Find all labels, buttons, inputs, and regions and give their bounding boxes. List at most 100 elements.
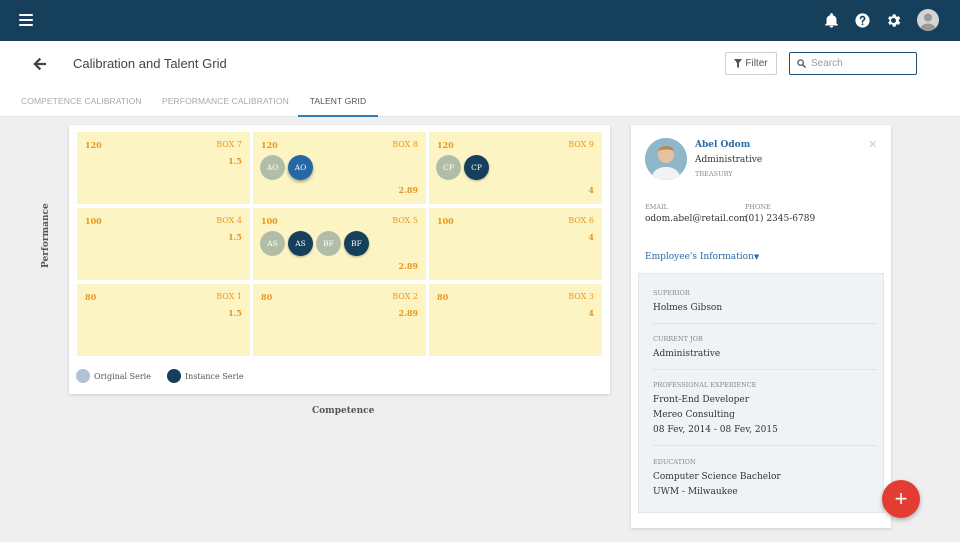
cell-box-label: BOX 4 xyxy=(216,216,242,225)
employee-bubble-instance[interactable]: AS xyxy=(288,231,313,256)
superior-section: SUPERIOR Holmes Gibson xyxy=(653,289,877,316)
cell-box-label: BOX 7 xyxy=(216,140,242,149)
grid-cell-box-6[interactable]: 100 BOX 6 4 xyxy=(429,208,602,280)
cell-box-label: BOX 2 xyxy=(392,292,418,301)
search-input[interactable] xyxy=(811,56,911,71)
talent-grid-card: 120 BOX 7 1.5 120 BOX 8 AO AO 2.89 120 B… xyxy=(69,125,610,394)
cell-box-label: BOX 9 xyxy=(568,140,594,149)
current-job-label: CURRENT JOB xyxy=(653,335,703,343)
tab-talent-grid[interactable]: TALENT GRID xyxy=(298,94,378,117)
grid-cell-box-2[interactable]: 80 BOX 2 2.89 xyxy=(253,284,426,356)
legend-original: Original Serie xyxy=(76,369,151,383)
grid-cell-box-7[interactable]: 120 BOX 7 1.5 xyxy=(77,132,250,204)
cell-score: 100 xyxy=(261,216,278,226)
divider xyxy=(653,445,877,446)
back-arrow-icon[interactable] xyxy=(31,55,49,73)
search-box[interactable] xyxy=(789,52,917,75)
cell-value: 1.5 xyxy=(228,156,242,166)
cell-box-label: BOX 6 xyxy=(568,216,594,225)
experience-line: Mereo Consulting xyxy=(653,410,735,420)
cell-value: 4 xyxy=(588,185,594,195)
cell-score: 100 xyxy=(85,216,102,226)
legend-original-dot xyxy=(76,369,90,383)
bell-icon[interactable] xyxy=(823,12,840,29)
filter-icon xyxy=(734,59,743,68)
search-icon xyxy=(797,59,806,68)
current-job-section: CURRENT JOB Administrative xyxy=(653,335,877,362)
cell-score: 100 xyxy=(437,216,454,226)
grid-cell-box-4[interactable]: 100 BOX 4 1.5 xyxy=(77,208,250,280)
email-label: EMAIL xyxy=(645,203,668,211)
cell-box-label: BOX 8 xyxy=(392,140,418,149)
top-bar xyxy=(0,0,960,41)
legend-instance: Instance Serie xyxy=(167,369,244,383)
cell-value: 1.5 xyxy=(228,232,242,242)
employee-bubble-original[interactable]: BF xyxy=(316,231,341,256)
current-job-value: Administrative xyxy=(653,349,721,359)
grid-cell-box-9[interactable]: 120 BOX 9 CP CP 4 xyxy=(429,132,602,204)
close-icon[interactable]: ✕ xyxy=(868,138,877,151)
employee-bubble-original[interactable]: AO xyxy=(260,155,285,180)
divider xyxy=(653,369,877,370)
cell-score: 120 xyxy=(437,140,454,150)
caret-down-icon: ▼ xyxy=(753,253,760,261)
cell-box-label: BOX 5 xyxy=(392,216,418,225)
employee-info-panel: SUPERIOR Holmes Gibson CURRENT JOB Admin… xyxy=(638,273,884,513)
employee-department: TREASURY xyxy=(695,170,733,178)
employee-bubble-instance[interactable]: CP xyxy=(464,155,489,180)
experience-label: PROFESSIONAL EXPERIENCE xyxy=(653,381,757,389)
help-icon[interactable] xyxy=(854,12,871,29)
page-title: Calibration and Talent Grid xyxy=(73,56,227,71)
employee-info-label: Employee's Information xyxy=(645,252,754,262)
grid-cell-box-8[interactable]: 120 BOX 8 AO AO 2.89 xyxy=(253,132,426,204)
employee-phone: (01) 2345-6789 xyxy=(745,214,816,224)
cell-box-label: BOX 1 xyxy=(216,292,242,301)
experience-section: PROFESSIONAL EXPERIENCE Front-End Develo… xyxy=(653,381,877,438)
grid-cell-box-1[interactable]: 80 BOX 1 1.5 xyxy=(77,284,250,356)
employee-bubble-instance[interactable]: BF xyxy=(344,231,369,256)
cell-value: 1.5 xyxy=(228,308,242,318)
user-avatar[interactable] xyxy=(917,9,939,31)
page-header: Calibration and Talent Grid Filter COMPE… xyxy=(0,41,960,117)
legend-instance-label: Instance Serie xyxy=(185,371,244,381)
experience-line: 08 Fev, 2014 - 08 Fev, 2015 xyxy=(653,425,778,435)
filter-label: Filter xyxy=(745,58,768,69)
cell-score: 80 xyxy=(437,292,449,302)
employee-bubble-selected[interactable]: AO xyxy=(288,155,313,180)
gear-icon[interactable] xyxy=(885,12,902,29)
cell-box-label: BOX 3 xyxy=(568,292,594,301)
employee-avatar xyxy=(645,138,687,180)
menu-icon[interactable] xyxy=(19,14,33,26)
employee-profile-card: Abel Odom Administrative TREASURY ✕ EMAI… xyxy=(631,125,891,528)
education-line: Computer Science Bachelor xyxy=(653,472,781,482)
experience-line: Front-End Developer xyxy=(653,395,750,405)
add-button[interactable]: + xyxy=(882,480,920,518)
cell-value: 2.89 xyxy=(398,308,418,318)
employee-info-toggle[interactable]: Employee's Information▼ xyxy=(645,252,759,262)
grid-cell-box-3[interactable]: 80 BOX 3 4 xyxy=(429,284,602,356)
divider xyxy=(653,323,877,324)
tab-competence-calibration[interactable]: COMPETENCE CALIBRATION xyxy=(21,94,142,117)
employee-bubble-original[interactable]: CP xyxy=(436,155,461,180)
employee-role: Administrative xyxy=(695,155,763,165)
cell-value: 4 xyxy=(588,232,594,242)
x-axis-label: Competence xyxy=(312,406,375,416)
education-label: EDUCATION xyxy=(653,458,696,466)
cell-value: 4 xyxy=(588,308,594,318)
superior-label: SUPERIOR xyxy=(653,289,690,297)
cell-score: 120 xyxy=(85,140,102,150)
education-section: EDUCATION Computer Science Bachelor UWM … xyxy=(653,458,877,500)
employee-name[interactable]: Abel Odom xyxy=(695,140,750,150)
legend-original-label: Original Serie xyxy=(94,371,151,381)
tab-performance-calibration[interactable]: PERFORMANCE CALIBRATION xyxy=(162,94,289,117)
legend-instance-dot xyxy=(167,369,181,383)
cell-score: 120 xyxy=(261,140,278,150)
filter-button[interactable]: Filter xyxy=(725,52,777,75)
cell-score: 80 xyxy=(261,292,273,302)
phone-label: PHONE xyxy=(745,203,771,211)
grid-cell-box-5[interactable]: 100 BOX 5 AS AS BF BF 2.89 xyxy=(253,208,426,280)
employee-bubble-original[interactable]: AS xyxy=(260,231,285,256)
education-line: UWM - Milwaukee xyxy=(653,487,738,497)
superior-value: Holmes Gibson xyxy=(653,303,723,313)
y-axis-label: Performance xyxy=(41,203,51,268)
